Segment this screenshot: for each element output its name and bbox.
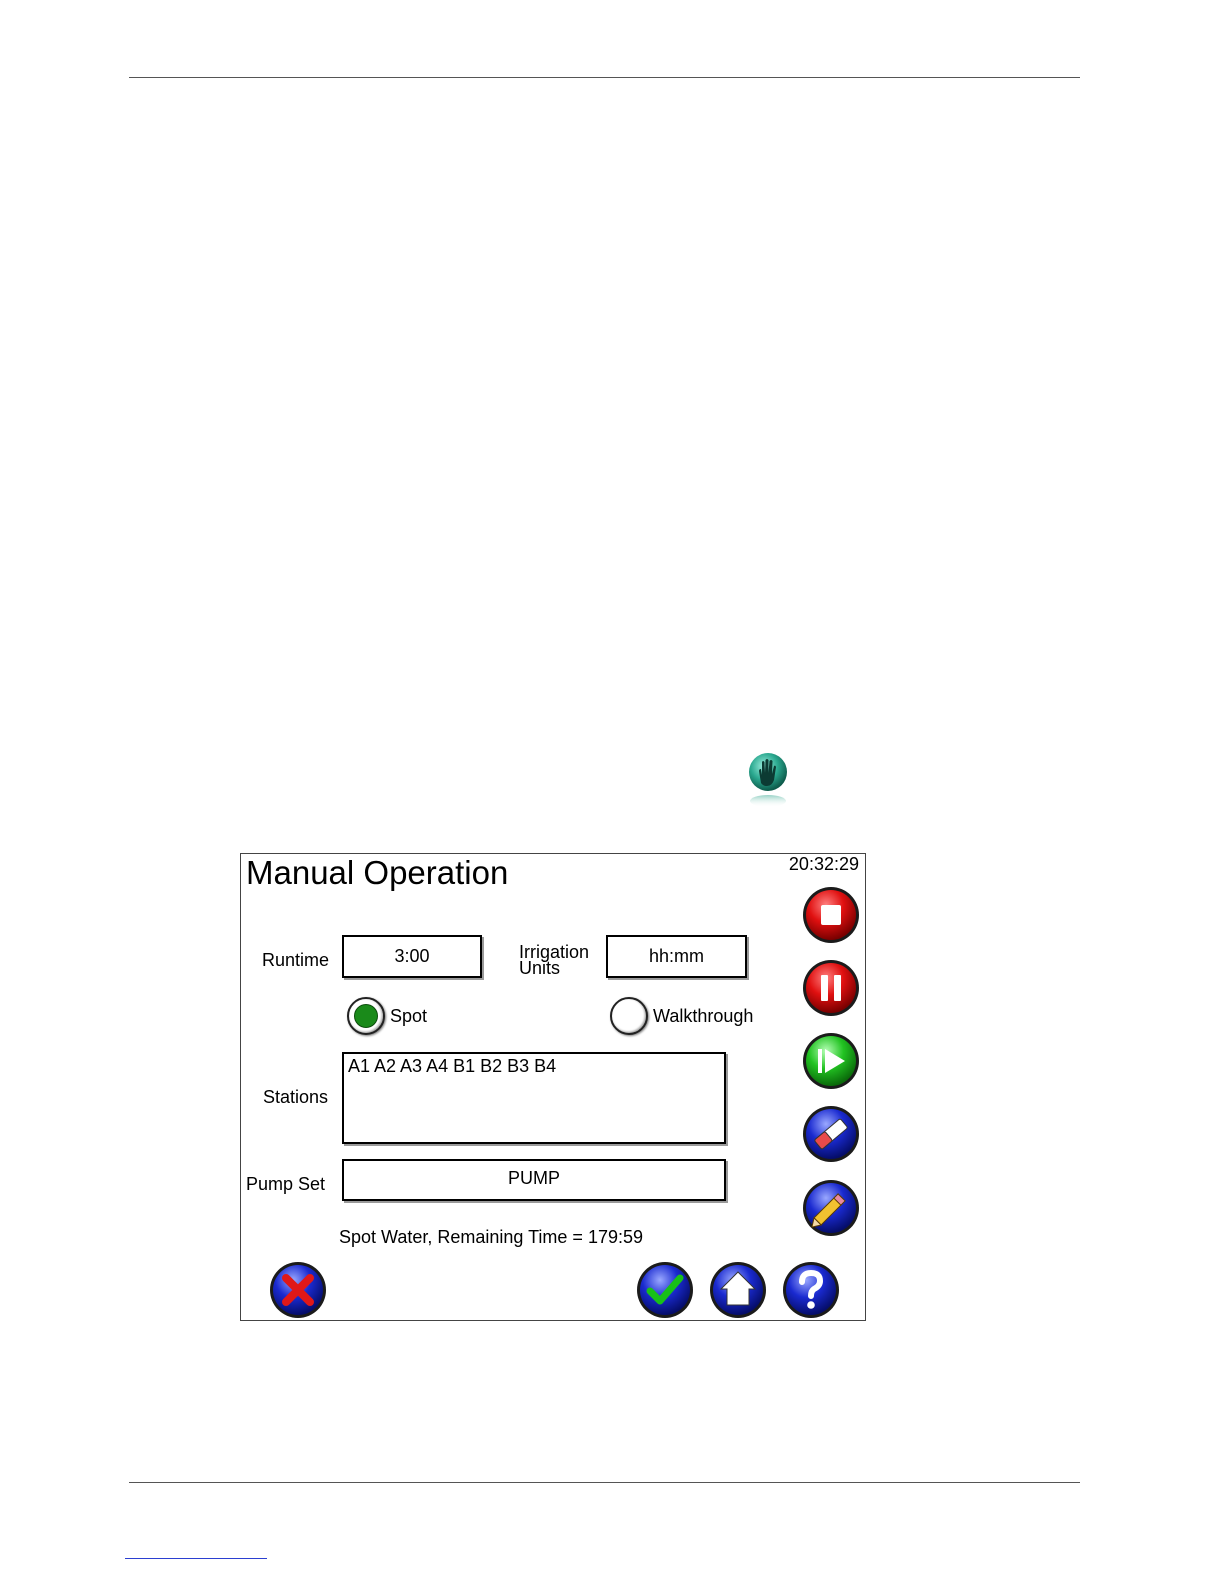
spot-radio-selected-dot	[354, 1004, 378, 1028]
runtime-label: Runtime	[262, 950, 330, 970]
edit-button[interactable]	[802, 1179, 860, 1237]
checkmark-icon	[637, 1262, 693, 1318]
home-button[interactable]	[709, 1261, 767, 1319]
eraser-icon	[803, 1106, 859, 1162]
runtime-field[interactable]: 3:00	[342, 935, 482, 978]
walkthrough-label: Walkthrough	[653, 1006, 754, 1026]
pump-set-field[interactable]: PUMP	[342, 1159, 726, 1201]
footer-link-underline	[125, 1558, 267, 1559]
walkthrough-radio[interactable]	[610, 997, 648, 1035]
cancel-button[interactable]	[269, 1261, 327, 1319]
footer-rule	[129, 1482, 1080, 1483]
play-icon	[803, 1033, 859, 1089]
home-icon	[710, 1262, 766, 1318]
page-title: Manual Operation	[246, 854, 509, 891]
stop-icon	[803, 887, 859, 943]
stations-field[interactable]: A1 A2 A3 A4 B1 B2 B3 B4	[342, 1052, 726, 1144]
clock: 20:32:29	[788, 854, 859, 874]
resume-button[interactable]	[802, 1032, 860, 1090]
header-rule	[129, 77, 1080, 78]
x-icon	[270, 1262, 326, 1318]
hand-icon	[746, 753, 790, 809]
pause-icon	[803, 960, 859, 1016]
spot-label: Spot	[390, 1006, 428, 1026]
pause-button[interactable]	[802, 959, 860, 1017]
manual-operation-screen: Manual Operation 20:32:29 Runtime 3:00 I…	[240, 853, 866, 1321]
pump-set-label: Pump Set	[246, 1174, 326, 1194]
pencil-icon	[803, 1180, 859, 1236]
irrigation-units-label-line2: Units	[519, 958, 561, 978]
stop-button[interactable]	[802, 886, 860, 944]
help-button[interactable]	[782, 1261, 840, 1319]
spot-radio[interactable]	[347, 997, 385, 1035]
erase-button[interactable]	[802, 1105, 860, 1163]
question-icon	[783, 1262, 839, 1318]
accept-button[interactable]	[636, 1261, 694, 1319]
irrigation-units-field[interactable]: hh:mm	[606, 935, 747, 978]
stations-label: Stations	[263, 1087, 329, 1107]
status-text: Spot Water, Remaining Time = 179:59	[339, 1227, 643, 1247]
